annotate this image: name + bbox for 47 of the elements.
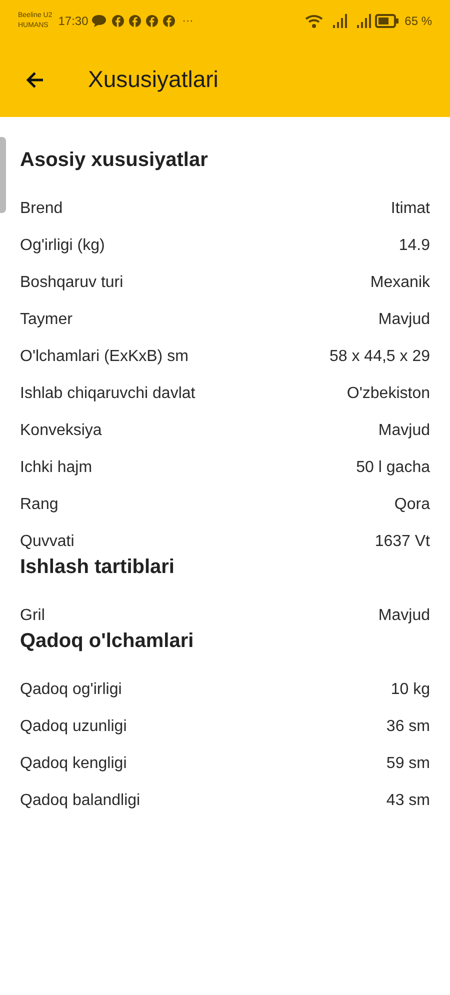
spec-value: Mavjud — [378, 606, 430, 625]
spec-label: Brend — [20, 199, 63, 218]
spec-label: Taymer — [20, 310, 72, 329]
spec-label: Ichki hajm — [20, 458, 92, 477]
spec-value: Mavjud — [378, 310, 430, 329]
spec-value: 43 sm — [386, 791, 430, 810]
spec-label: Boshqaruv turi — [20, 273, 124, 292]
spec-label: O'lchamlari (ExKxB) sm — [20, 347, 188, 366]
battery-icon — [374, 14, 399, 28]
spec-value: 1637 Vt — [374, 532, 430, 551]
edge-handle[interactable] — [0, 137, 6, 213]
spec-label: Rang — [20, 495, 58, 514]
spec-value: Mavjud — [378, 421, 430, 440]
section-heading: Asosiy xususiyatlar — [20, 148, 209, 173]
app-notification-icon — [112, 15, 124, 27]
section-heading: Ishlash tartiblari — [20, 555, 176, 580]
spec-label: Quvvati — [20, 532, 74, 551]
spec-label: Qadoq og'irligi — [20, 680, 122, 699]
spec-label: Qadoq kengligi — [20, 754, 127, 773]
spec-value: 58 x 44,5 x 29 — [329, 347, 430, 366]
spec-label: Qadoq balandligi — [20, 791, 140, 810]
spec-label: Gril — [20, 606, 45, 625]
spec-value: 50 l gacha — [356, 458, 430, 477]
spec-value: Mexanik — [370, 273, 430, 292]
app-notification-icon — [146, 15, 158, 27]
more-notifications: ··· — [182, 15, 194, 27]
screen-title: Xususiyatlari — [88, 66, 218, 93]
signal-icon — [332, 14, 347, 28]
chat-bubble-icon — [92, 15, 106, 27]
app-notification-icon — [163, 15, 176, 27]
spec-value: 14.9 — [398, 236, 430, 255]
app-notification-icon — [129, 15, 142, 27]
section-heading: Qadoq o'lchamlari — [20, 629, 195, 654]
clock: 17:30 — [58, 14, 88, 28]
spec-value: 59 sm — [386, 754, 430, 773]
spec-label: Og'irligi (kg) — [20, 236, 105, 255]
spec-value: 36 sm — [386, 717, 430, 736]
spec-value: O'zbekiston — [346, 384, 430, 403]
spec-label: Qadoq uzunligi — [20, 717, 127, 736]
battery-percent: 65 % — [404, 14, 432, 28]
signal-icon — [356, 14, 371, 28]
spec-value: Itimat — [390, 199, 430, 218]
spec-value: Qora — [394, 495, 430, 514]
spec-label: Konveksiya — [20, 421, 102, 440]
spec-value: 10 kg — [390, 680, 430, 699]
spec-label: Ishlab chiqaruvchi davlat — [20, 384, 196, 403]
wifi-icon — [304, 14, 323, 28]
